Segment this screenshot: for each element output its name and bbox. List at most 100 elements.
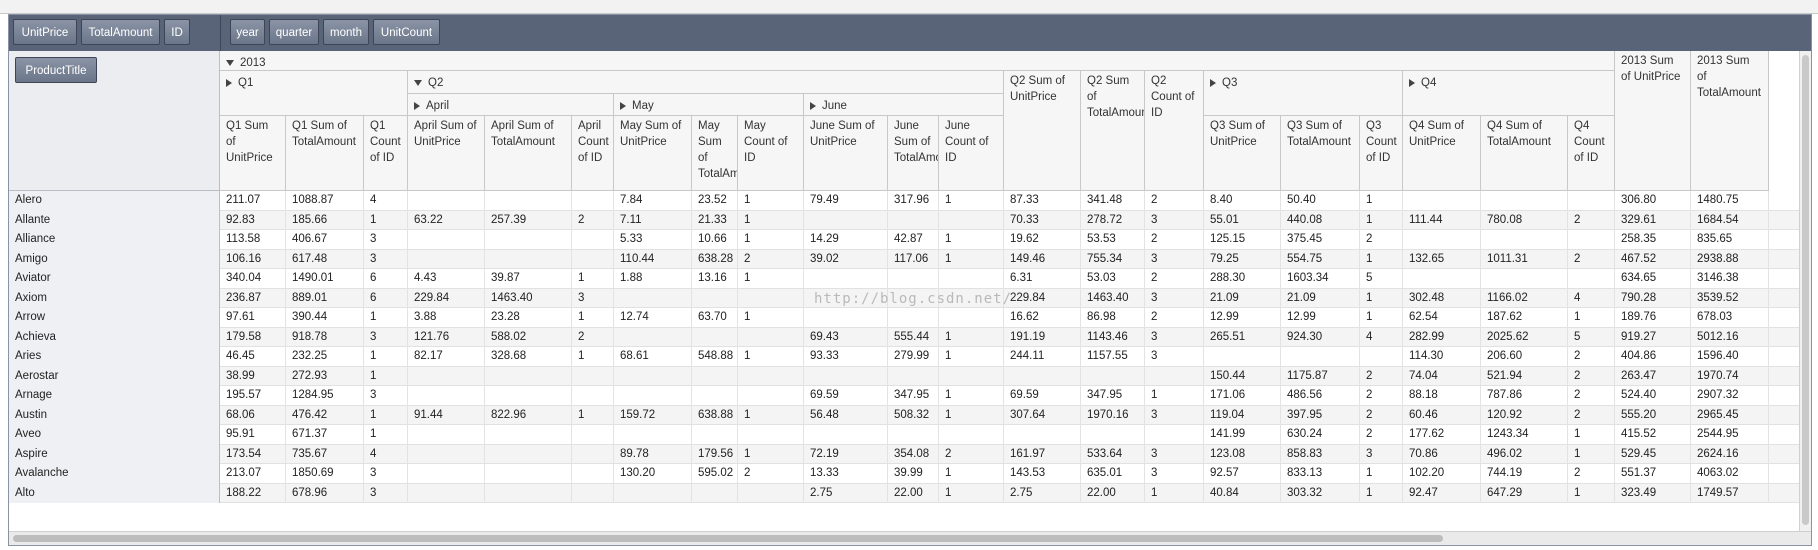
table-cell[interactable]: 161.97 [1004, 444, 1081, 464]
row-header[interactable]: Avalanche [9, 464, 220, 484]
table-cell[interactable]: 97.61 [220, 308, 286, 328]
table-cell[interactable]: 1463.40 [485, 288, 572, 308]
table-cell[interactable]: 1 [1360, 288, 1403, 308]
table-cell[interactable]: 1 [1568, 425, 1615, 445]
table-cell[interactable]: 171.06 [1204, 386, 1281, 406]
table-cell[interactable]: 23.28 [485, 308, 572, 328]
row-header[interactable]: Austin [9, 405, 220, 425]
table-cell[interactable]: 3 [364, 249, 408, 269]
table-cell[interactable] [485, 386, 572, 406]
table-cell[interactable]: 79.49 [804, 191, 888, 211]
table-cell[interactable]: 3 [1145, 444, 1204, 464]
table-cell[interactable]: 2 [1568, 249, 1615, 269]
table-cell[interactable] [485, 249, 572, 269]
table-cell[interactable]: 4 [364, 191, 408, 211]
table-cell[interactable]: 2 [572, 210, 614, 230]
table-cell[interactable]: 3 [364, 230, 408, 250]
table-cell[interactable]: 634.65 [1615, 269, 1691, 289]
table-row[interactable]: Aveo 95.91 671.37 1 141.99 630.24 2 177.62 1243.… [9, 425, 1811, 445]
table-cell[interactable]: 1 [1360, 483, 1403, 503]
table-cell[interactable] [408, 230, 485, 250]
table-cell[interactable]: 2.75 [804, 483, 888, 503]
table-cell[interactable]: 6 [364, 288, 408, 308]
header-june[interactable]: June [804, 94, 1004, 116]
table-cell[interactable]: 2 [1568, 366, 1615, 386]
table-cell[interactable]: 521.94 [1481, 366, 1568, 386]
row-header[interactable]: Alto [9, 483, 220, 503]
table-cell[interactable]: 375.45 [1281, 230, 1360, 250]
table-cell[interactable]: 16.62 [1004, 308, 1081, 328]
table-cell[interactable]: 2025.62 [1481, 327, 1568, 347]
table-cell[interactable]: 3 [364, 386, 408, 406]
table-cell[interactable]: 185.66 [286, 210, 364, 230]
table-cell[interactable] [1081, 425, 1145, 445]
table-cell[interactable] [1360, 347, 1403, 367]
table-cell[interactable]: 354.08 [888, 444, 939, 464]
table-cell[interactable] [485, 425, 572, 445]
table-cell[interactable]: 265.51 [1204, 327, 1281, 347]
table-cell[interactable] [738, 483, 804, 503]
table-cell[interactable]: 3 [1145, 210, 1204, 230]
table-cell[interactable]: 7.11 [614, 210, 692, 230]
table-cell[interactable]: 1 [738, 347, 804, 367]
collapse-triangle-icon[interactable] [414, 79, 422, 86]
table-cell[interactable]: 1 [738, 444, 804, 464]
table-cell[interactable]: 132.65 [1403, 249, 1481, 269]
table-cell[interactable] [408, 425, 485, 445]
table-cell[interactable]: 1 [738, 191, 804, 211]
table-row[interactable]: Arrow 97.61 390.44 1 3.88 23.28 1 12.74 63.70 1 16… [9, 308, 1811, 328]
table-cell[interactable]: 229.84 [408, 288, 485, 308]
table-cell[interactable] [614, 483, 692, 503]
table-cell[interactable]: 635.01 [1081, 464, 1145, 484]
table-cell[interactable]: 3 [364, 464, 408, 484]
table-cell[interactable]: 1 [364, 210, 408, 230]
table-cell[interactable]: 19.62 [1004, 230, 1081, 250]
table-cell[interactable]: 79.25 [1204, 249, 1281, 269]
table-cell[interactable]: 14.29 [804, 230, 888, 250]
table-cell[interactable]: 744.19 [1481, 464, 1568, 484]
table-cell[interactable]: 1 [364, 308, 408, 328]
table-cell[interactable]: 288.30 [1204, 269, 1281, 289]
table-cell[interactable] [939, 425, 1004, 445]
expand-triangle-icon[interactable] [810, 101, 816, 110]
table-cell[interactable]: 113.58 [220, 230, 286, 250]
table-cell[interactable]: 1 [572, 308, 614, 328]
table-cell[interactable]: 5012.16 [1691, 327, 1769, 347]
table-cell[interactable]: 3 [1145, 288, 1204, 308]
table-cell[interactable]: 918.78 [286, 327, 364, 347]
row-header[interactable]: Arrow [9, 308, 220, 328]
table-cell[interactable]: 630.24 [1281, 425, 1360, 445]
table-cell[interactable] [1145, 425, 1204, 445]
table-cell[interactable]: 257.39 [485, 210, 572, 230]
table-cell[interactable] [804, 269, 888, 289]
table-cell[interactable]: 272.93 [286, 366, 364, 386]
table-cell[interactable]: 1 [1360, 308, 1403, 328]
table-cell[interactable]: 306.80 [1615, 191, 1691, 211]
table-cell[interactable]: 2 [1360, 425, 1403, 445]
table-cell[interactable]: 2 [1568, 210, 1615, 230]
table-row[interactable]: Aries 46.45 232.25 1 82.17 328.68 1 68.61 548.88… [9, 347, 1811, 367]
table-cell[interactable]: 2 [1145, 308, 1204, 328]
table-cell[interactable]: 189.76 [1615, 308, 1691, 328]
field-chip-month[interactable]: month [323, 19, 369, 45]
table-cell[interactable]: 1 [939, 405, 1004, 425]
table-cell[interactable]: 4063.02 [1691, 464, 1769, 484]
row-header[interactable]: Aveo [9, 425, 220, 445]
table-cell[interactable]: 476.42 [286, 405, 364, 425]
table-cell[interactable]: 119.04 [1204, 405, 1281, 425]
table-cell[interactable]: 1 [572, 347, 614, 367]
table-cell[interactable]: 6.31 [1004, 269, 1081, 289]
table-cell[interactable]: 1 [738, 210, 804, 230]
table-cell[interactable]: 2 [1360, 366, 1403, 386]
table-cell[interactable]: 258.35 [1615, 230, 1691, 250]
table-cell[interactable] [408, 386, 485, 406]
table-cell[interactable]: 102.20 [1403, 464, 1481, 484]
table-cell[interactable] [738, 366, 804, 386]
table-cell[interactable]: 2 [1568, 464, 1615, 484]
table-cell[interactable]: 1 [1360, 210, 1403, 230]
expand-triangle-icon[interactable] [414, 101, 420, 110]
table-cell[interactable]: 1 [1360, 249, 1403, 269]
table-row[interactable]: Aspire 173.54 735.67 4 89.78 179.56 1 72.19 354.… [9, 444, 1811, 464]
table-cell[interactable] [692, 288, 738, 308]
table-cell[interactable] [1403, 269, 1481, 289]
